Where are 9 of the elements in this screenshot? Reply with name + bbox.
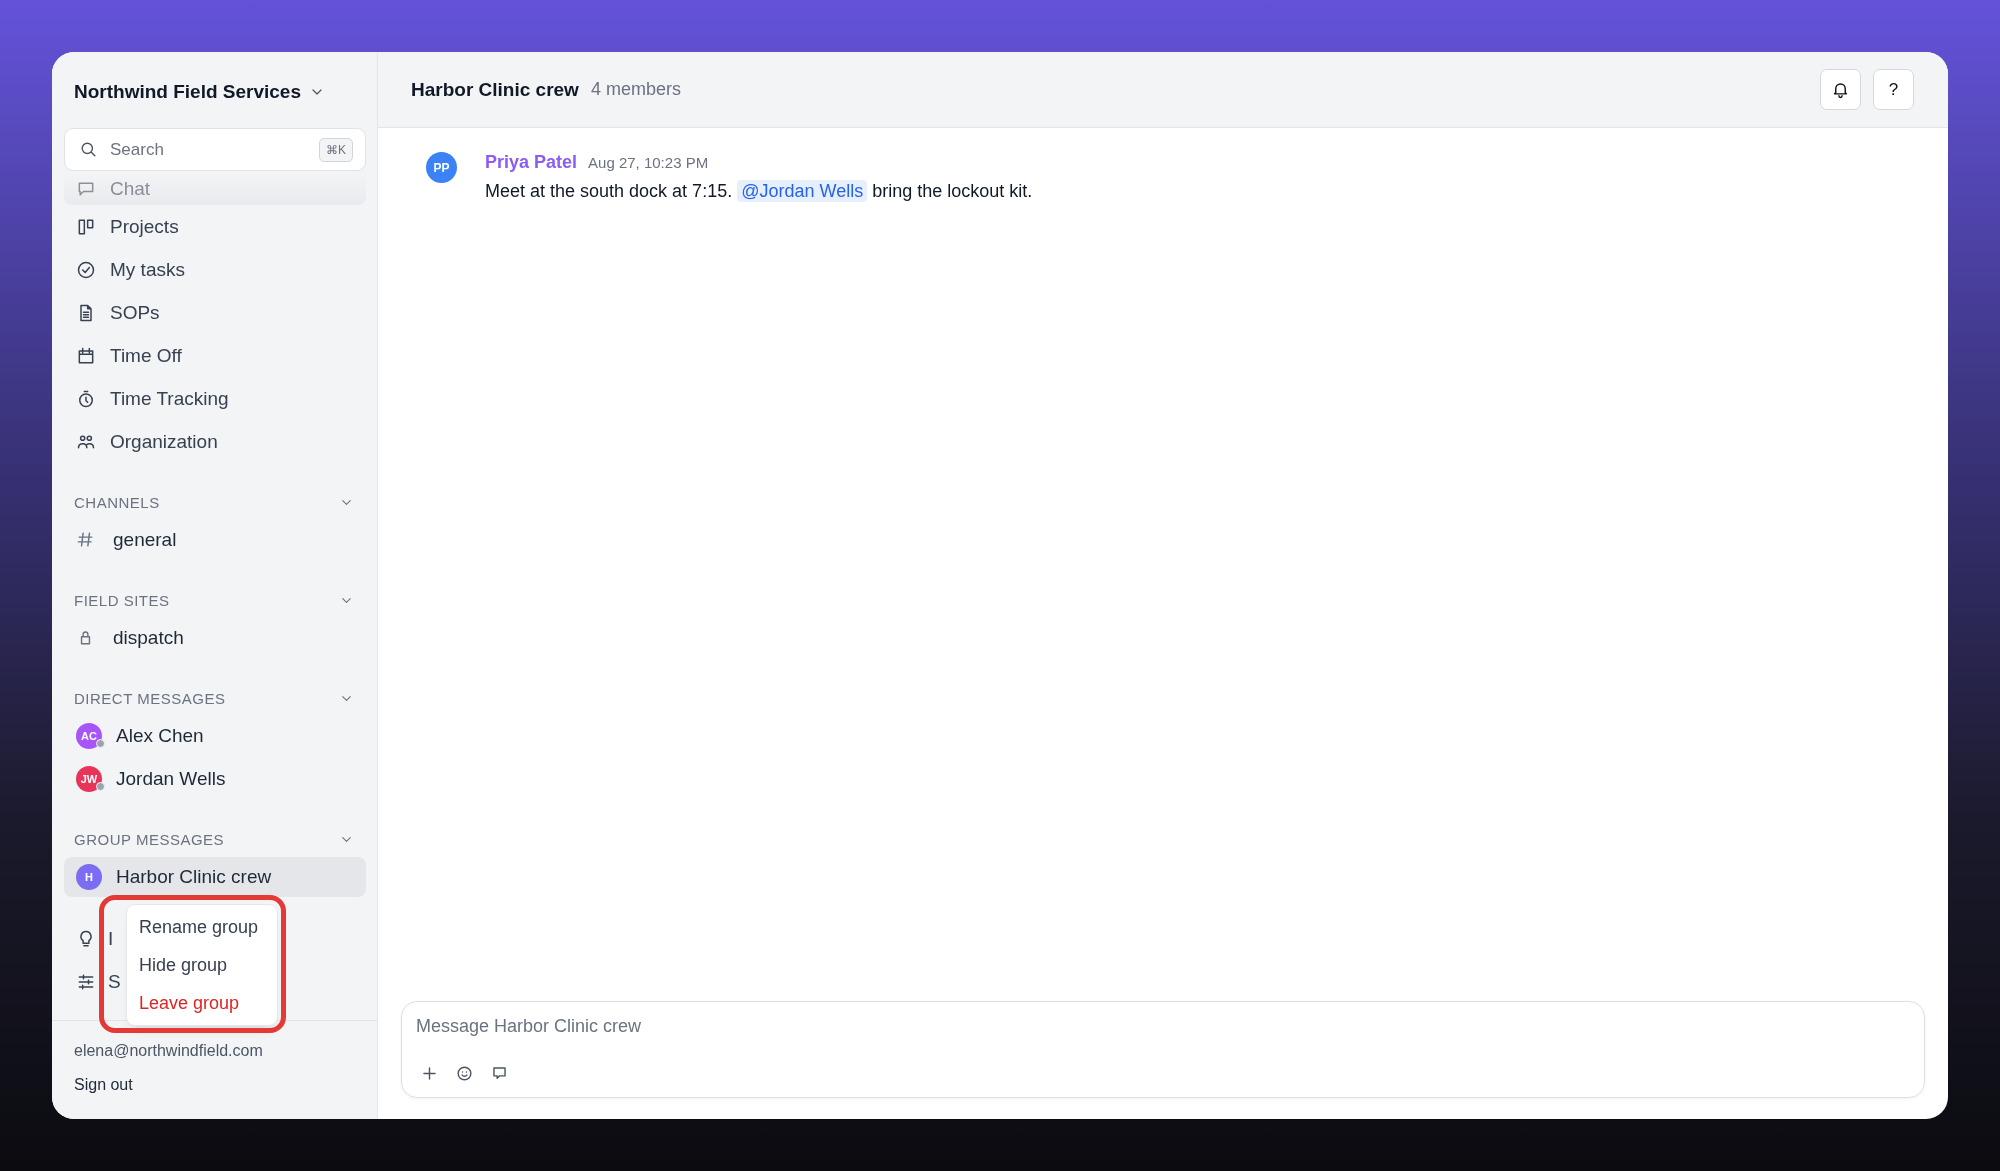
shortcut-hint: ⌘K — [319, 137, 353, 162]
message-text: Meet at the south dock at 7:15. @Jordan Wells bring the lockout kit. — [485, 181, 1033, 202]
timestamp: Aug 27, 10:23 PM — [588, 154, 709, 171]
avatar: PP — [426, 152, 457, 183]
avatar: AC — [76, 722, 102, 749]
account-email: elena@northwindfield.com — [74, 1041, 264, 1061]
avatar: H — [76, 864, 102, 890]
conversation-title: Harbor Clinic crew — [411, 78, 579, 101]
avatar: JW — [76, 765, 102, 792]
